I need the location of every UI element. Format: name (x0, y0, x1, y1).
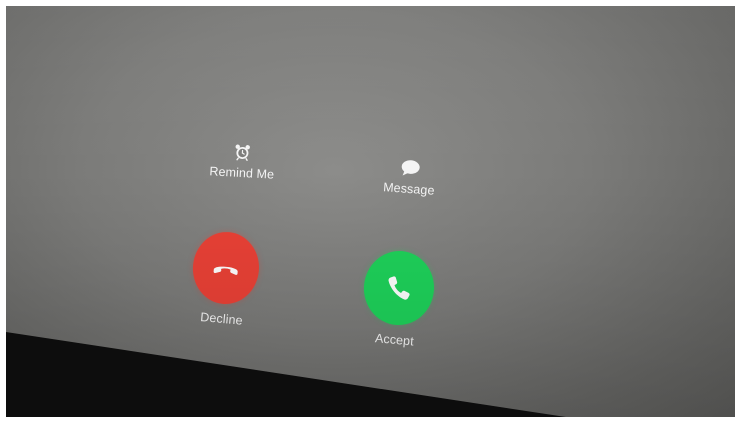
accept-label: Accept (374, 331, 415, 349)
decline-button[interactable]: Decline (188, 229, 262, 328)
remind-me-label: Remind Me (209, 164, 275, 182)
accept-button[interactable]: Accept (359, 248, 438, 350)
accept-circle[interactable] (360, 248, 438, 328)
decline-circle[interactable] (189, 229, 262, 307)
phone-hangup-icon (213, 266, 238, 275)
alarm-clock-icon (232, 142, 253, 163)
photo-frame: Remind Me Message Decline Accept (0, 0, 741, 421)
remind-me-button[interactable]: Remind Me (209, 140, 276, 182)
speech-bubble-icon (400, 157, 421, 178)
message-label: Message (382, 180, 436, 198)
message-button[interactable]: Message (382, 156, 437, 198)
decline-label: Decline (199, 310, 244, 328)
phone-icon (388, 276, 410, 300)
